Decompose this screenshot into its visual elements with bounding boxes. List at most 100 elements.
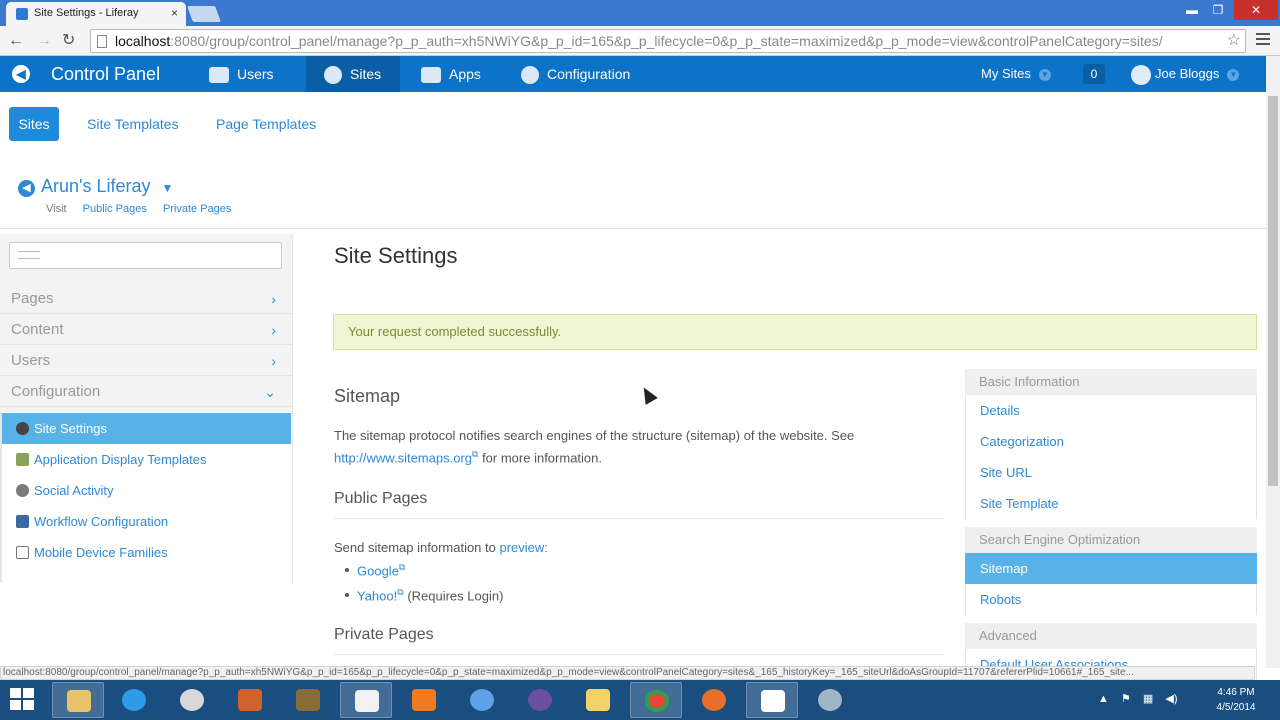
clock[interactable]: 4:46 PM 4/5/2014 [1208, 685, 1264, 715]
divider [334, 654, 944, 655]
window-close-button[interactable]: ✕ [1234, 0, 1278, 20]
folder-icon [67, 690, 91, 712]
show-hidden-icons[interactable]: ▲ [1098, 693, 1109, 705]
basic-information-heading: Basic Information [965, 369, 1257, 395]
dolphin-icon [470, 689, 494, 711]
private-pages-heading: Private Pages [334, 626, 434, 643]
nav-sitemap[interactable]: Sitemap [965, 553, 1257, 584]
section-configuration[interactable]: Configuration ⌄ [0, 377, 292, 407]
chrome-menu-icon[interactable] [1256, 33, 1270, 48]
avatar [1131, 64, 1151, 85]
ie-taskbar-button[interactable] [108, 682, 160, 718]
tab-close-icon[interactable]: × [171, 6, 178, 20]
chrome-taskbar-button[interactable] [630, 682, 682, 718]
divider [334, 518, 944, 519]
sitemaps-link[interactable]: http://www.sitemaps.org [334, 450, 472, 465]
shopping-basket-icon [421, 67, 441, 84]
tab-page-templates[interactable]: Page Templates [216, 107, 316, 141]
java-taskbar-button[interactable] [746, 682, 798, 718]
advanced-heading: Advanced [965, 623, 1257, 649]
tab-sites[interactable]: Sites [9, 107, 59, 141]
tab-site-templates[interactable]: Site Templates [87, 107, 179, 141]
nav-robots[interactable]: Robots [965, 584, 1257, 615]
flag-icon[interactable]: ⚑ [1121, 693, 1131, 705]
app-icon [180, 689, 204, 711]
app-taskbar-button[interactable] [456, 682, 508, 718]
window-maximize-button[interactable]: ❐ [1206, 0, 1230, 20]
section-content[interactable]: Content › [0, 315, 292, 345]
user-menu[interactable]: Joe Bloggs ▼ [1131, 56, 1240, 92]
back-arrow-icon[interactable]: ← [8, 31, 24, 51]
dockbar: ◀ Control Panel Users Sites Apps Configu… [0, 56, 1266, 92]
site-selector[interactable]: ◀ Arun's Liferay ▼ [18, 176, 173, 197]
network-icon[interactable]: ▦ [1143, 693, 1153, 705]
app-taskbar-button[interactable] [282, 682, 334, 718]
my-sites-menu[interactable]: My Sites ▼ [981, 56, 1051, 92]
external-link-icon: ⧉ [398, 562, 406, 572]
notification-count[interactable]: 0 [1083, 64, 1105, 84]
chevron-down-icon: ⌄ [264, 384, 276, 400]
yahoo-link[interactable]: Yahoo! [357, 588, 397, 603]
app-taskbar-button[interactable] [166, 682, 218, 718]
new-tab-button[interactable] [187, 6, 221, 22]
sidebar-item-site-settings[interactable]: Site Settings [2, 413, 291, 444]
nav-site-url[interactable]: Site URL [965, 457, 1257, 488]
dockbar-sites[interactable]: Sites [306, 56, 400, 92]
control-panel-back-icon[interactable]: ◀ [12, 65, 30, 83]
xampp-taskbar-button[interactable] [398, 682, 450, 718]
google-link[interactable]: Google [357, 563, 399, 578]
public-pages-link[interactable]: Public Pages [83, 203, 147, 215]
section-users[interactable]: Users › [0, 346, 292, 376]
dockbar-apps[interactable]: Apps [421, 56, 481, 92]
sidebar-item-application-display-templates[interactable]: Application Display Templates [2, 444, 291, 475]
window-minimize-button[interactable]: ▬ [1180, 0, 1204, 20]
mobile-device-icon [16, 546, 29, 559]
firefox-taskbar-button[interactable] [688, 682, 740, 718]
caret-down-icon[interactable]: ▼ [162, 181, 174, 195]
app-icon [818, 689, 842, 711]
section-pages[interactable]: Pages › [0, 284, 292, 314]
tab-title: Site Settings - Liferay [34, 7, 139, 19]
app-taskbar-button[interactable] [572, 682, 624, 718]
nav-categorization[interactable]: Categorization [965, 426, 1257, 457]
sidebar-item-social-activity[interactable]: Social Activity [2, 475, 291, 506]
nav-site-template[interactable]: Site Template [965, 488, 1257, 519]
address-url[interactable]: localhost:8080/group/control_panel/manag… [115, 30, 1163, 52]
preview-link[interactable]: preview: [500, 540, 548, 555]
app-taskbar-button[interactable] [340, 682, 392, 718]
reload-icon[interactable]: ↻ [62, 31, 75, 51]
clock-time: 4:46 PM [1217, 687, 1255, 698]
sidebar-item-workflow-configuration[interactable]: Workflow Configuration [2, 506, 291, 537]
right-nav: Basic Information Details Categorization… [965, 369, 1257, 680]
search-input[interactable] [9, 242, 282, 269]
page-scrollbar[interactable] [1266, 56, 1280, 668]
visit-label: Visit [46, 203, 67, 215]
sidebar-item-mobile-device-families[interactable]: Mobile Device Families [2, 537, 291, 568]
back-icon[interactable]: ◀ [18, 180, 35, 197]
template-icon [16, 453, 29, 466]
app-icon [586, 689, 610, 711]
windows-start-icon[interactable] [10, 688, 36, 712]
control-panel-title[interactable]: Control Panel [51, 56, 160, 92]
private-pages-link[interactable]: Private Pages [163, 203, 231, 215]
gear-icon [16, 422, 29, 435]
bookmark-star-icon[interactable]: ☆ [1227, 30, 1241, 52]
chrome-icon [645, 690, 669, 712]
social-icon [16, 484, 29, 497]
explorer-taskbar-button[interactable] [52, 682, 104, 718]
dockbar-users[interactable]: Users [209, 56, 274, 92]
chevron-right-icon: › [271, 322, 276, 338]
browser-tab[interactable]: Site Settings - Liferay × [6, 2, 186, 26]
scrollbar-thumb[interactable] [1268, 96, 1278, 486]
volume-icon[interactable]: ◀) [1165, 693, 1177, 705]
address-bar[interactable]: localhost:8080/group/control_panel/manag… [90, 29, 1246, 53]
ie-icon [122, 689, 146, 711]
nav-details[interactable]: Details [965, 395, 1257, 426]
mouse-cursor-icon [637, 384, 658, 405]
xampp-icon [412, 689, 436, 711]
dockbar-configuration[interactable]: Configuration [521, 56, 630, 92]
app-taskbar-button[interactable] [804, 682, 856, 718]
forward-arrow-icon[interactable]: → [36, 31, 52, 51]
app-taskbar-button[interactable] [224, 682, 276, 718]
eclipse-taskbar-button[interactable] [514, 682, 566, 718]
